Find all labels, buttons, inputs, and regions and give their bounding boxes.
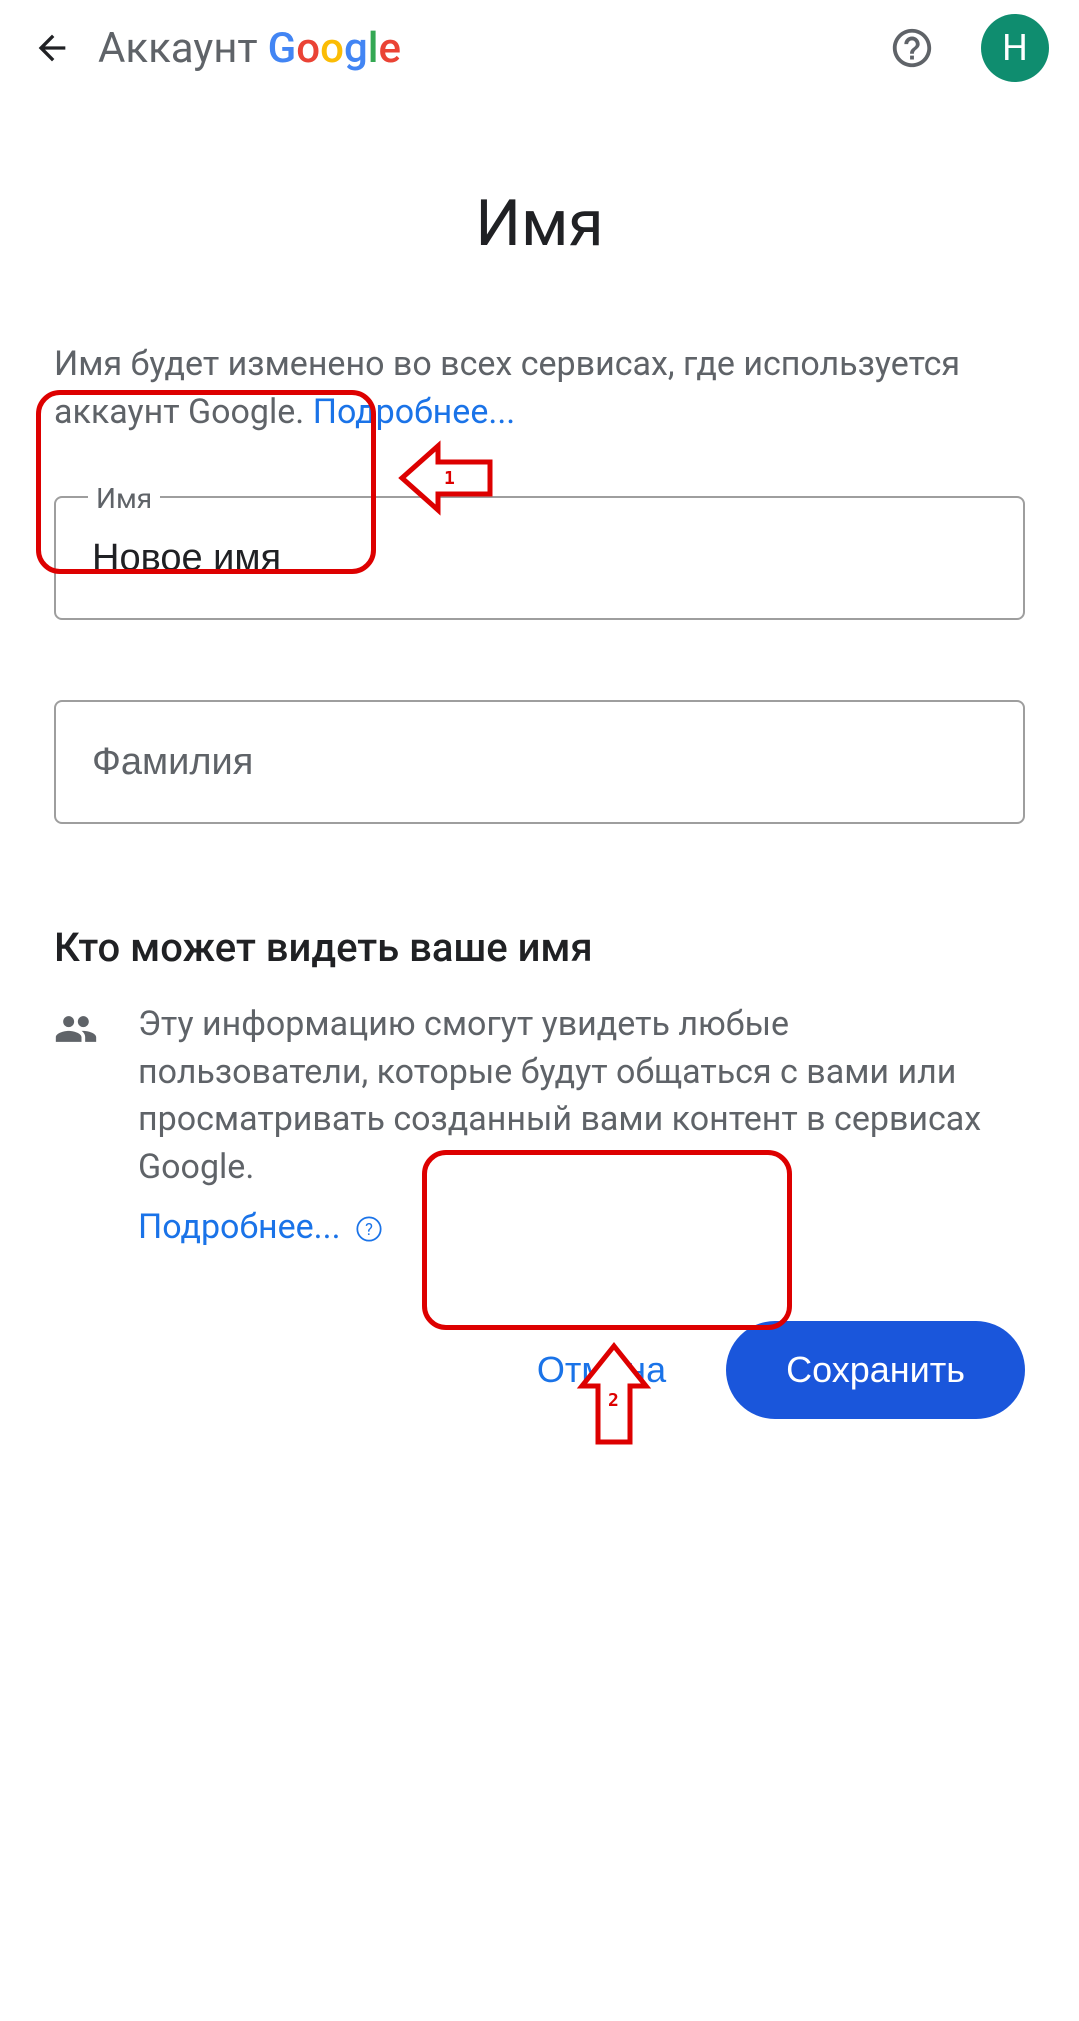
account-label: Аккаунт xyxy=(98,24,258,73)
logo-area: Аккаунт Google xyxy=(98,24,863,73)
save-button[interactable]: Сохранить xyxy=(726,1321,1025,1419)
last-name-input[interactable] xyxy=(54,700,1025,824)
arrow-left-icon xyxy=(32,28,72,68)
cancel-button[interactable]: Отмена xyxy=(517,1329,686,1411)
first-name-field-wrapper: Имя xyxy=(54,496,1025,620)
avatar-letter: Н xyxy=(1002,27,1028,69)
svg-text:?: ? xyxy=(365,1219,373,1238)
first-name-label: Имя xyxy=(88,482,160,515)
visibility-learn-more-link[interactable]: Подробнее... xyxy=(138,1207,341,1247)
help-button[interactable] xyxy=(887,23,937,73)
people-icon-wrapper xyxy=(54,1001,98,1055)
inline-help-icon-wrapper[interactable]: ? xyxy=(355,1215,383,1243)
help-circle-icon xyxy=(889,25,935,71)
last-name-field-wrapper xyxy=(54,700,1025,824)
people-icon xyxy=(54,1007,98,1051)
visibility-body: Эту информацию смогут увидеть любые поль… xyxy=(138,1004,981,1187)
help-circle-icon: ? xyxy=(355,1215,383,1243)
account-avatar[interactable]: Н xyxy=(981,14,1049,82)
back-button[interactable] xyxy=(30,26,74,70)
learn-more-link[interactable]: Подробнее... xyxy=(313,392,516,432)
page-title: Имя xyxy=(54,186,1025,261)
visibility-info: Эту информацию смогут увидеть любые поль… xyxy=(138,1001,1025,1251)
first-name-input[interactable] xyxy=(54,496,1025,620)
google-logo: Google xyxy=(268,24,401,73)
page-description: Имя будет изменено во всех сервисах, где… xyxy=(54,341,1025,436)
visibility-heading: Кто может видеть ваше имя xyxy=(54,924,1025,971)
